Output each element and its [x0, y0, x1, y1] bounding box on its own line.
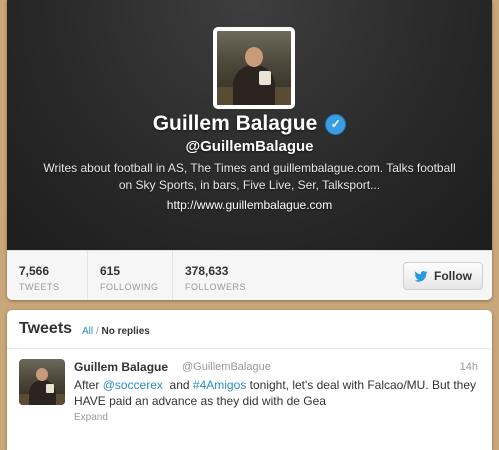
follow-button[interactable]: Follow	[403, 262, 483, 290]
tweets-panel: Tweets All / No replies Guillem Balague …	[7, 310, 492, 450]
tweets-title: Tweets	[19, 320, 73, 337]
tweet-author-handle[interactable]: @GuillemBalague	[182, 361, 271, 373]
tweet-avatar[interactable]	[19, 359, 65, 405]
tweet-author-name[interactable]: Guillem Balague	[74, 360, 168, 374]
profile-header: Guillem Balague ✓ @GuillemBalague Writes…	[7, 0, 492, 250]
stat-followers-value: 378,633	[185, 264, 229, 278]
stat-followers[interactable]: 378,633 FOLLOWERS	[172, 251, 272, 300]
verified-check-icon: ✓	[325, 113, 347, 135]
tweet-mention-link[interactable]: @soccerex	[103, 378, 163, 392]
tweet-text-part: After	[74, 378, 103, 392]
profile-card: Guillem Balague ✓ @GuillemBalague Writes…	[7, 0, 492, 300]
tweet-item[interactable]: Guillem Balague @GuillemBalague 14h Afte…	[7, 349, 492, 439]
tweet-timestamp[interactable]: 14h	[460, 361, 478, 373]
tweet-text-part: and	[162, 378, 193, 392]
stat-tweets[interactable]: 7,566 TWEETS	[7, 251, 87, 300]
profile-url-link[interactable]: http://www.guillembalague.com	[7, 198, 492, 212]
filter-no-replies[interactable]: No replies	[101, 326, 149, 337]
twitter-bird-icon	[414, 270, 428, 282]
follow-button-label: Follow	[434, 269, 472, 283]
stat-tweets-label: TWEETS	[19, 282, 60, 292]
stat-followers-label: FOLLOWERS	[185, 282, 247, 292]
tweet-hashtag-link[interactable]: #4Amigos	[193, 378, 246, 392]
profile-bio: Writes about football in AS, The Times a…	[43, 161, 456, 192]
tweets-header: Tweets All / No replies	[7, 310, 492, 349]
profile-name-row: Guillem Balague ✓	[7, 112, 492, 136]
profile-avatar[interactable]	[213, 27, 295, 109]
filter-all-link[interactable]: All	[82, 326, 93, 337]
stat-tweets-value: 7,566	[19, 264, 50, 278]
tweets-filter: All / No replies	[82, 326, 150, 337]
tweet-text: After @soccerex and #4Amigos tonight, le…	[74, 377, 479, 409]
profile-screen-name: @GuillemBalague	[185, 138, 314, 155]
stat-following[interactable]: 615 FOLLOWING	[87, 251, 172, 300]
profile-name: Guillem Balague	[152, 112, 318, 135]
profile-stats-bar: 7,566 TWEETS 615 FOLLOWING 378,633 FOLLO…	[7, 250, 492, 300]
tweet-expand-link[interactable]: Expand	[74, 412, 108, 423]
filter-separator: /	[95, 326, 99, 337]
stat-following-label: FOLLOWING	[100, 282, 159, 292]
stat-following-value: 615	[100, 264, 121, 278]
